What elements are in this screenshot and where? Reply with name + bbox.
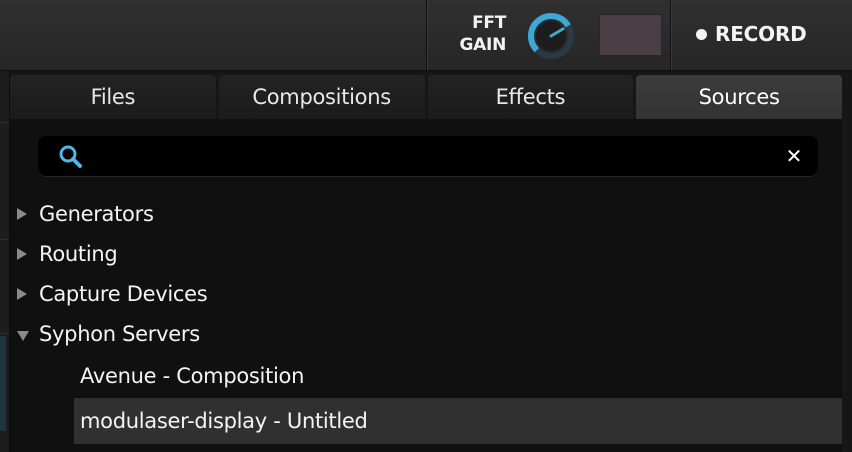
record-label: RECORD bbox=[715, 22, 807, 46]
record-dot-icon bbox=[696, 28, 707, 40]
top-toolbar: FFT GAIN RECORD bbox=[0, 0, 852, 71]
tab-label: Compositions bbox=[252, 85, 391, 109]
toolbar-divider bbox=[426, 0, 427, 70]
fft-gain-label-line1: FFT bbox=[472, 13, 506, 33]
tree-item-label: Avenue - Composition bbox=[80, 364, 305, 388]
disclosure-triangle-icon[interactable] bbox=[17, 248, 27, 260]
tree-group-label: Generators bbox=[39, 202, 154, 226]
disclosure-triangle-icon[interactable] bbox=[17, 288, 27, 300]
tab-files[interactable]: Files bbox=[10, 75, 216, 119]
tree-group-capture-devices[interactable]: Capture Devices bbox=[10, 274, 842, 314]
close-icon[interactable]: ✕ bbox=[782, 144, 806, 168]
tree-group-label: Capture Devices bbox=[39, 282, 208, 306]
tree-item-avenue-composition[interactable]: Avenue - Composition bbox=[74, 354, 842, 398]
tree-group-syphon-servers[interactable]: Syphon Servers bbox=[10, 314, 842, 354]
disclosure-triangle-icon[interactable] bbox=[17, 208, 27, 220]
left-gutter bbox=[0, 71, 10, 452]
tab-label: Effects bbox=[495, 85, 566, 109]
color-swatch[interactable] bbox=[599, 14, 662, 56]
tree-group-routing[interactable]: Routing bbox=[10, 234, 842, 274]
browser-tabs: Files Compositions Effects Sources bbox=[10, 75, 842, 119]
tab-label: Sources bbox=[698, 85, 780, 109]
record-button[interactable]: RECORD bbox=[696, 22, 807, 46]
search-icon bbox=[59, 145, 82, 168]
tab-sources[interactable]: Sources bbox=[636, 75, 842, 119]
tab-label: Files bbox=[90, 85, 136, 109]
gutter-divider bbox=[0, 122, 9, 123]
toolbar-divider bbox=[670, 0, 671, 70]
gutter-highlight bbox=[0, 336, 6, 431]
search-input[interactable] bbox=[90, 142, 774, 172]
source-tree: Generators Routing Capture Devices Sypho… bbox=[10, 194, 842, 444]
fft-gain-knob[interactable] bbox=[524, 9, 578, 63]
sources-panel: ✕ Generators Routing Capture Devices Syp… bbox=[10, 119, 842, 452]
tree-group-label: Routing bbox=[39, 242, 118, 266]
tree-group-generators[interactable]: Generators bbox=[10, 194, 842, 234]
gutter-divider bbox=[0, 239, 9, 240]
search-field[interactable]: ✕ bbox=[38, 136, 818, 176]
tree-item-modulaser-display[interactable]: modulaser-display - Untitled bbox=[74, 398, 842, 444]
fft-gain-label-line2: GAIN bbox=[459, 35, 507, 55]
tree-group-label: Syphon Servers bbox=[39, 322, 200, 346]
tree-item-label: modulaser-display - Untitled bbox=[80, 409, 368, 433]
disclosure-triangle-open-icon[interactable] bbox=[17, 331, 29, 341]
gutter-divider bbox=[0, 333, 9, 334]
tab-compositions[interactable]: Compositions bbox=[218, 75, 425, 119]
tab-effects[interactable]: Effects bbox=[427, 75, 634, 119]
fft-gain-label: FFT GAIN bbox=[440, 12, 507, 56]
